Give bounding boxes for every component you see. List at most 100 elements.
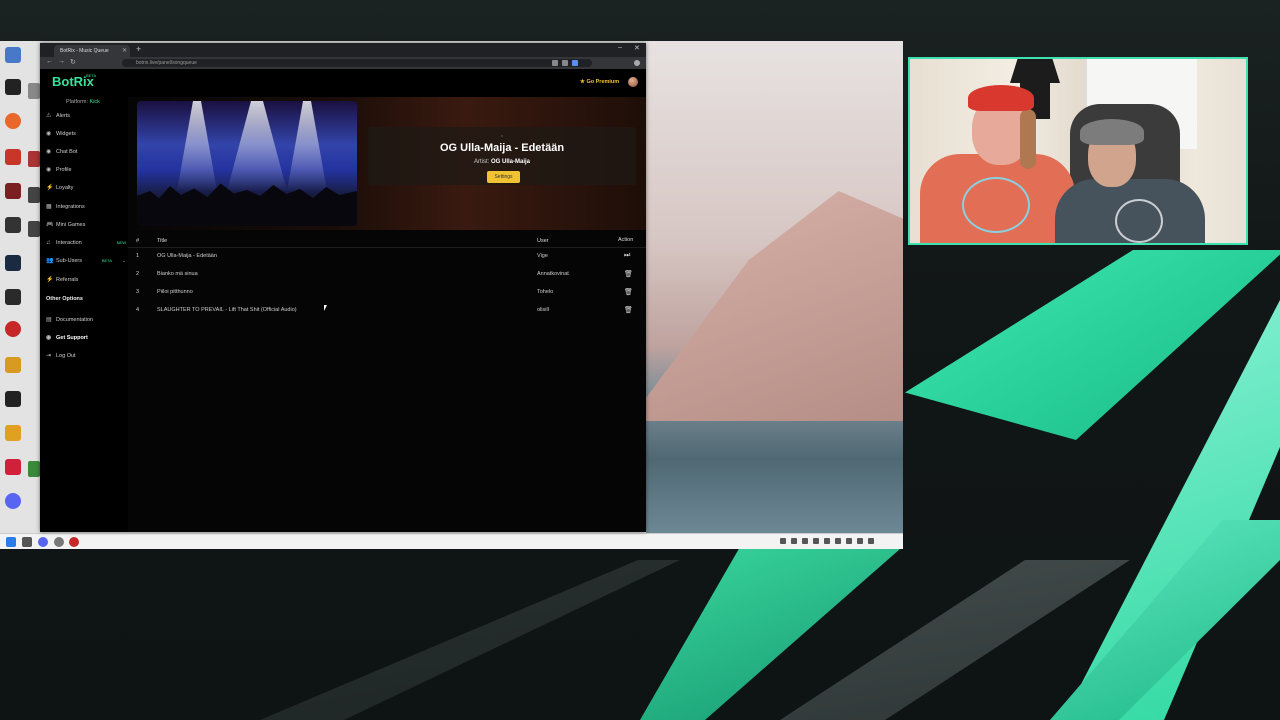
extension-icon[interactable] (562, 60, 568, 66)
go-premium-button[interactable]: ★ Go Premium (580, 79, 619, 85)
url-input[interactable]: botrix.live/panel/songqueue (122, 59, 592, 67)
document-icon: ▤ (46, 317, 52, 323)
tray-icon[interactable] (868, 538, 874, 544)
chat-icon: ◉ (46, 149, 52, 155)
sidebar-item-integrations[interactable]: ▦ Integrations (46, 202, 128, 212)
desktop-icon[interactable] (28, 187, 40, 203)
sidebar-item-profile[interactable]: ◉ Profile (46, 165, 128, 175)
delete-icon[interactable]: 🗑 (624, 306, 633, 314)
search-icon[interactable] (22, 537, 32, 547)
close-window-icon[interactable]: ✕ (634, 44, 640, 52)
close-tab-icon[interactable]: ✕ (122, 45, 127, 57)
tray-icon[interactable] (857, 538, 863, 544)
other-options-heading: Other Options (46, 296, 83, 302)
now-playing-hero: OG Ulla-Maija - Edetään Artist: OG Ulla-… (128, 97, 646, 230)
delete-icon[interactable]: 🗑 (624, 270, 633, 278)
minimize-icon[interactable]: – (618, 44, 622, 51)
extension-icon[interactable] (552, 60, 558, 66)
sidebar-item-documentation[interactable]: ▤ Documentation (46, 315, 128, 325)
sidebar-item-label: Interaction (56, 240, 82, 246)
discord-taskbar-icon[interactable] (38, 537, 48, 547)
desktop-icon[interactable] (5, 217, 21, 233)
sidebar-item-sub-users[interactable]: 👥 Sub-Users BETA ⌄ (46, 256, 128, 266)
desktop-icon[interactable] (5, 321, 21, 337)
now-playing-artist: Artist: OG Ulla-Maija (368, 159, 636, 165)
tray-icon[interactable] (780, 538, 786, 544)
bolt-icon: ⚡ (46, 185, 54, 191)
sidebar-item-interaction[interactable]: ♫ Interaction NEW (46, 238, 128, 248)
desktop-icon[interactable] (5, 391, 21, 407)
back-icon[interactable]: ← (46, 58, 53, 65)
sidebar-item-widgets[interactable]: ◉ Widgets (46, 129, 128, 139)
beta-badge: BETA (101, 258, 112, 263)
tray-icon[interactable] (846, 538, 852, 544)
shirt-logo (962, 177, 1030, 233)
settings-button[interactable]: Settings (487, 171, 520, 183)
sidebar-item-referrals[interactable]: ⚡ Referrals (46, 275, 128, 285)
table-row: 4 SLAUGHTER TO PREVAIL - Lift That Shit … (128, 301, 646, 319)
tray-icon[interactable] (791, 538, 797, 544)
sidebar-item-label: Chat Bot (56, 149, 78, 155)
column-user: User (537, 238, 549, 244)
sidebar-item-label: Log Out (56, 353, 76, 359)
sidebar-item-mini-games[interactable]: 🎮 Mini Games (46, 220, 128, 230)
skip-icon[interactable]: ⏭ (624, 252, 630, 260)
grey-beanie (1080, 119, 1144, 145)
extension-icon[interactable] (572, 60, 578, 66)
reload-icon[interactable]: ↻ (70, 58, 76, 66)
taskbar-app-icon[interactable] (69, 537, 79, 547)
now-playing-thumbnail (137, 101, 357, 226)
sidebar-item-alerts[interactable]: ⚠ Alerts (46, 111, 128, 121)
browser-tab[interactable]: BotRix - Music Queue ✕ (54, 45, 130, 57)
desktop-icon[interactable] (5, 79, 21, 95)
desktop-icon[interactable] (5, 47, 21, 63)
desktop-icon[interactable] (5, 459, 21, 475)
desktop-icon[interactable] (5, 357, 21, 373)
firefox-icon[interactable] (5, 113, 21, 129)
taskbar (0, 533, 903, 549)
person-left-hair (1020, 109, 1036, 169)
sidebar-item-log-out[interactable]: ⇥ Log Out (46, 351, 128, 361)
row-number: 3 (136, 289, 140, 295)
tray-icon[interactable] (813, 538, 819, 544)
delete-icon[interactable]: 🗑 (624, 288, 633, 296)
desktop-icon[interactable] (28, 151, 40, 167)
desktop-icon[interactable] (5, 425, 21, 441)
profile-icon[interactable] (634, 60, 640, 66)
tray-icon[interactable] (824, 538, 830, 544)
forward-icon[interactable]: → (58, 58, 65, 65)
sidebar-item-loyalty[interactable]: ⚡ Loyalty (46, 183, 128, 193)
desktop-icon[interactable] (5, 149, 21, 165)
stage-light (287, 101, 327, 191)
song-user: Tohelo (537, 289, 554, 295)
tray-icon[interactable] (802, 538, 808, 544)
discord-icon[interactable] (5, 493, 21, 509)
alert-icon: ⚠ (46, 113, 52, 119)
desktop-icon[interactable] (5, 255, 21, 271)
tray-icon[interactable] (835, 538, 841, 544)
desktop-icon[interactable] (28, 83, 40, 99)
grid-icon: ▦ (46, 204, 52, 210)
desktop-icon[interactable] (28, 221, 40, 237)
logout-icon: ⇥ (46, 353, 52, 359)
sidebar-item-get-support[interactable]: ◉ Get Support (46, 333, 128, 343)
table-row: 3 Piiloi pitthunno Tohelo 🗑 (128, 283, 646, 301)
song-user: olisill (537, 307, 549, 313)
now-playing-card: OG Ulla-Maija - Edetään Artist: OG Ulla-… (368, 127, 636, 185)
platform-value: Kick (89, 99, 100, 105)
song-user: Annatkovinat (537, 271, 569, 277)
address-bar-row: ← → ↻ botrix.live/panel/songqueue (40, 57, 646, 69)
new-tab-icon[interactable]: + (136, 44, 141, 54)
sidebar-item-chat-bot[interactable]: ◉ Chat Bot (46, 147, 128, 157)
taskbar-app-icon[interactable] (54, 537, 64, 547)
desktop-icon[interactable] (5, 289, 21, 305)
sidebar-item-label: Documentation (56, 317, 93, 323)
desktop-icon[interactable] (28, 461, 40, 477)
desktop-icon[interactable] (5, 183, 21, 199)
chevron-down-icon[interactable]: ⌄ (122, 256, 126, 266)
avatar[interactable] (628, 77, 638, 87)
column-num: # (136, 238, 140, 244)
users-icon: 👥 (46, 258, 54, 264)
start-icon[interactable] (6, 537, 16, 547)
gamepad-icon: 🎮 (46, 222, 54, 228)
